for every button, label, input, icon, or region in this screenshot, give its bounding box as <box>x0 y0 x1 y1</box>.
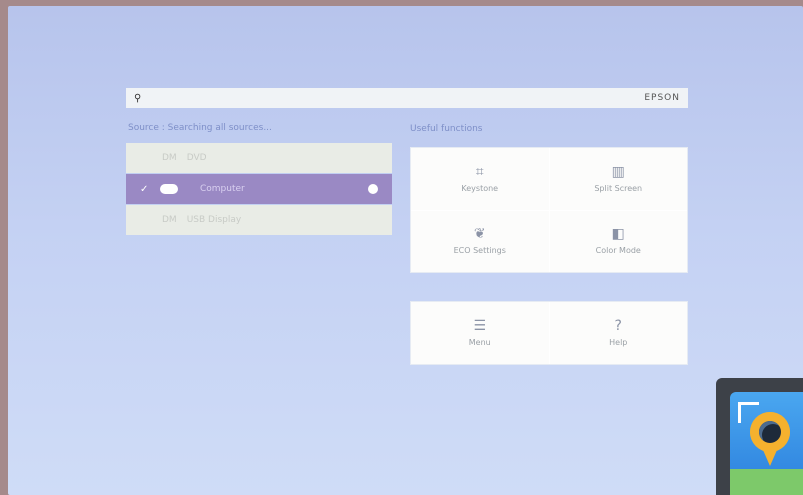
color-mode-icon: ◧ <box>611 226 625 243</box>
source-options-icon[interactable] <box>368 184 378 194</box>
top-bar: ⚲ EPSON <box>126 88 688 108</box>
help-button[interactable]: ? Help <box>549 302 687 364</box>
map-icon <box>730 469 803 495</box>
function-label: ECO Settings <box>453 246 506 256</box>
color-mode-button[interactable]: ◧ Color Mode <box>549 210 687 272</box>
split-screen-icon: ▥ <box>611 163 625 180</box>
source-label: USB Display <box>186 215 242 225</box>
source-label: Computer <box>200 184 245 194</box>
useful-functions-header: Useful functions <box>410 124 483 134</box>
computer-source-icon <box>160 184 178 194</box>
eco-settings-button[interactable]: ❦ ECO Settings <box>411 210 549 272</box>
search-icon[interactable]: ⚲ <box>134 93 141 104</box>
bottom-label: Help <box>609 338 628 347</box>
bottom-label: Menu <box>468 338 491 347</box>
brand-label: EPSON <box>644 93 680 103</box>
source-item-dvd[interactable]: DM DVD <box>126 143 392 173</box>
menu-button[interactable]: ☰ Menu <box>411 302 549 364</box>
camera-app-icon[interactable] <box>716 378 803 495</box>
function-label: Keystone <box>461 183 499 193</box>
menu-icon: ☰ <box>473 318 487 334</box>
function-label: Color Mode <box>595 246 641 256</box>
split-screen-button[interactable]: ▥ Split Screen <box>549 148 687 210</box>
bottom-panel: ☰ Menu ? Help <box>410 301 688 365</box>
source-list: DM DVD ✓ Computer DM USB Display <box>126 143 392 236</box>
source-header: Source : Searching all sources... <box>128 123 272 133</box>
source-tag: DM <box>162 153 177 163</box>
help-icon: ? <box>614 318 622 334</box>
pin-icon <box>763 450 777 466</box>
camera-app-tile <box>730 392 803 495</box>
keystone-button[interactable]: ⌗ Keystone <box>411 148 549 210</box>
source-item-computer[interactable]: ✓ Computer <box>126 174 392 204</box>
source-tag: DM <box>162 215 177 225</box>
keystone-icon: ⌗ <box>475 163 484 180</box>
function-label: Split Screen <box>594 183 643 193</box>
eco-icon: ❦ <box>473 226 486 243</box>
lens-icon <box>750 412 790 452</box>
source-item-usb-display[interactable]: DM USB Display <box>126 205 392 235</box>
source-label: DVD <box>186 153 207 163</box>
check-icon: ✓ <box>140 183 149 195</box>
useful-functions-panel: ⌗ Keystone ▥ Split Screen ❦ ECO Settings… <box>410 147 688 273</box>
